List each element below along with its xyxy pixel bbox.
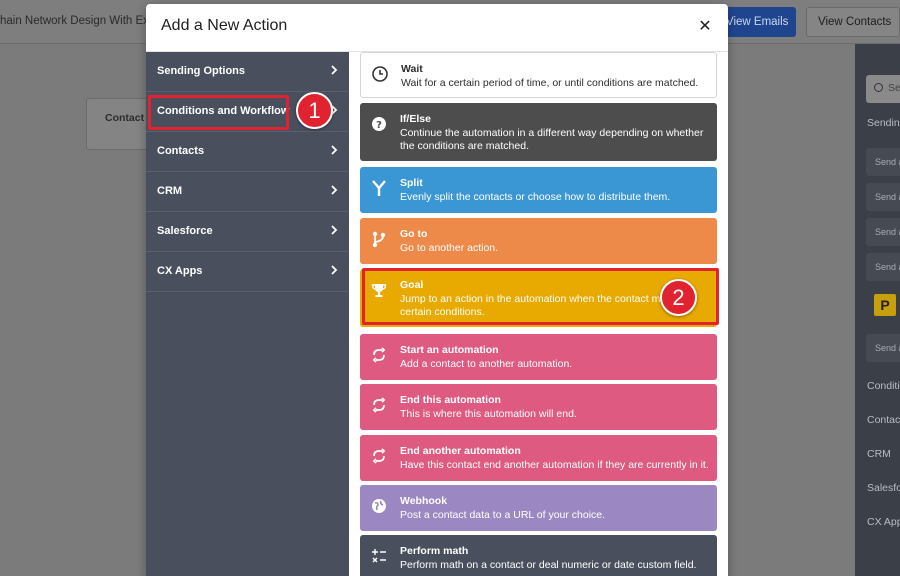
refresh-icon [370,447,388,465]
question-icon: ? [370,115,388,133]
category-crm[interactable]: CRM [146,172,349,212]
background-sub-item[interactable]: Send a [866,148,900,176]
action-go-to[interactable]: Go to Go to another action. [360,218,717,264]
action-description: This is where this automation will end. [400,408,577,420]
background-section-sending[interactable]: Sendin [855,117,900,129]
close-button[interactable]: ✕ [694,16,716,38]
action-title: Goal [400,279,424,291]
branch-icon [370,230,388,248]
action-description: Perform math on a contact or deal numeri… [400,559,697,571]
action-end-this-automation[interactable]: End this automation This is where this a… [360,384,717,430]
chevron-right-icon [328,183,340,197]
action-title: End this automation [400,394,501,406]
action-title: End another automation [400,445,521,457]
action-title: If/Else [400,113,431,125]
background-sub-item[interactable]: Send a [866,334,900,362]
action-webhook[interactable]: Webhook Post a contact data to a URL of … [360,485,717,531]
chevron-right-icon [328,143,340,157]
action-if-else[interactable]: ? If/Else Continue the automation in a d… [360,103,717,161]
category-sending-options[interactable]: Sending Options [146,52,349,92]
trophy-icon [370,281,388,299]
action-perform-math[interactable]: Perform math Perform math on a contact o… [360,535,717,576]
action-description: Continue the automation in a different w… [400,127,704,152]
refresh-icon [370,346,388,364]
math-icon [370,547,388,565]
action-title: Split [400,177,423,189]
chevron-right-icon [328,223,340,237]
action-description: Go to another action. [400,242,499,254]
modal-header: Add a New Action ✕ [146,4,728,52]
background-sub-item[interactable]: Send a [866,218,900,246]
background-section-salesforce[interactable]: Salesfo [855,482,900,494]
background-section-contacts[interactable]: Contac [855,414,900,426]
category-label: Contacts [157,145,205,157]
add-action-modal: Add a New Action ✕ Sending Options Condi… [146,4,728,576]
action-description: Wait for a certain period of time, or un… [401,77,699,89]
action-title: Go to [400,228,428,240]
chevron-right-icon [328,263,340,277]
category-label: Sending Options [157,65,245,77]
action-end-another-automation[interactable]: End another automation Have this contact… [360,435,717,481]
background-search-input[interactable]: Se [866,75,900,103]
action-start-an-automation[interactable]: Start an automation Add a contact to ano… [360,334,717,380]
globe-icon [370,497,388,515]
category-sidebar: Sending Options Conditions and Workflow … [146,52,349,576]
action-title: Wait [401,63,423,75]
category-salesforce[interactable]: Salesforce [146,212,349,252]
action-description: Evenly split the contacts or choose how … [400,191,671,203]
background-sub-item[interactable]: Send a [866,183,900,211]
category-label: CX Apps [157,265,203,277]
clock-icon [371,65,389,83]
category-label: Salesforce [157,225,213,237]
step-2-badge: 2 [660,279,697,316]
background-contact-node: Contact [86,98,152,150]
view-contacts-button[interactable]: View Contacts [806,7,900,37]
svg-text:?: ? [376,120,382,131]
split-icon [370,179,388,197]
background-section-crm[interactable]: CRM [855,448,900,460]
action-title: Webhook [400,495,448,507]
action-description: Post a contact data to a URL of your cho… [400,509,606,521]
modal-title: Add a New Action [161,17,288,34]
search-icon [874,83,883,92]
action-list: Wait Wait for a certain period of time, … [360,52,718,576]
background-page-title: hain Network Design With Excel [0,15,164,27]
step-1-badge: 1 [296,92,333,129]
view-emails-button[interactable]: View Emails [716,7,796,37]
background-section-conditions[interactable]: Conditi [855,380,900,392]
action-title: Perform math [400,545,469,557]
category-label: CRM [157,185,183,197]
action-description: Have this contact end another automation… [400,459,709,471]
action-title: Start an automation [400,344,499,356]
chevron-right-icon [328,63,340,77]
action-wait[interactable]: Wait Wait for a certain period of time, … [360,52,717,98]
background-contact-node-label: Contact [105,112,145,124]
background-sub-item[interactable]: Send a [866,253,900,281]
background-section-cx-apps[interactable]: CX App [855,516,900,528]
refresh-icon [370,396,388,414]
category-label: Conditions and Workflow [157,105,290,117]
category-cx-apps[interactable]: CX Apps [146,252,349,292]
category-contacts[interactable]: Contacts [146,132,349,172]
action-description: Add a contact to another automation. [400,358,573,370]
background-app-logo-icon: P [874,294,896,316]
action-split[interactable]: Split Evenly split the contacts or choos… [360,167,717,213]
